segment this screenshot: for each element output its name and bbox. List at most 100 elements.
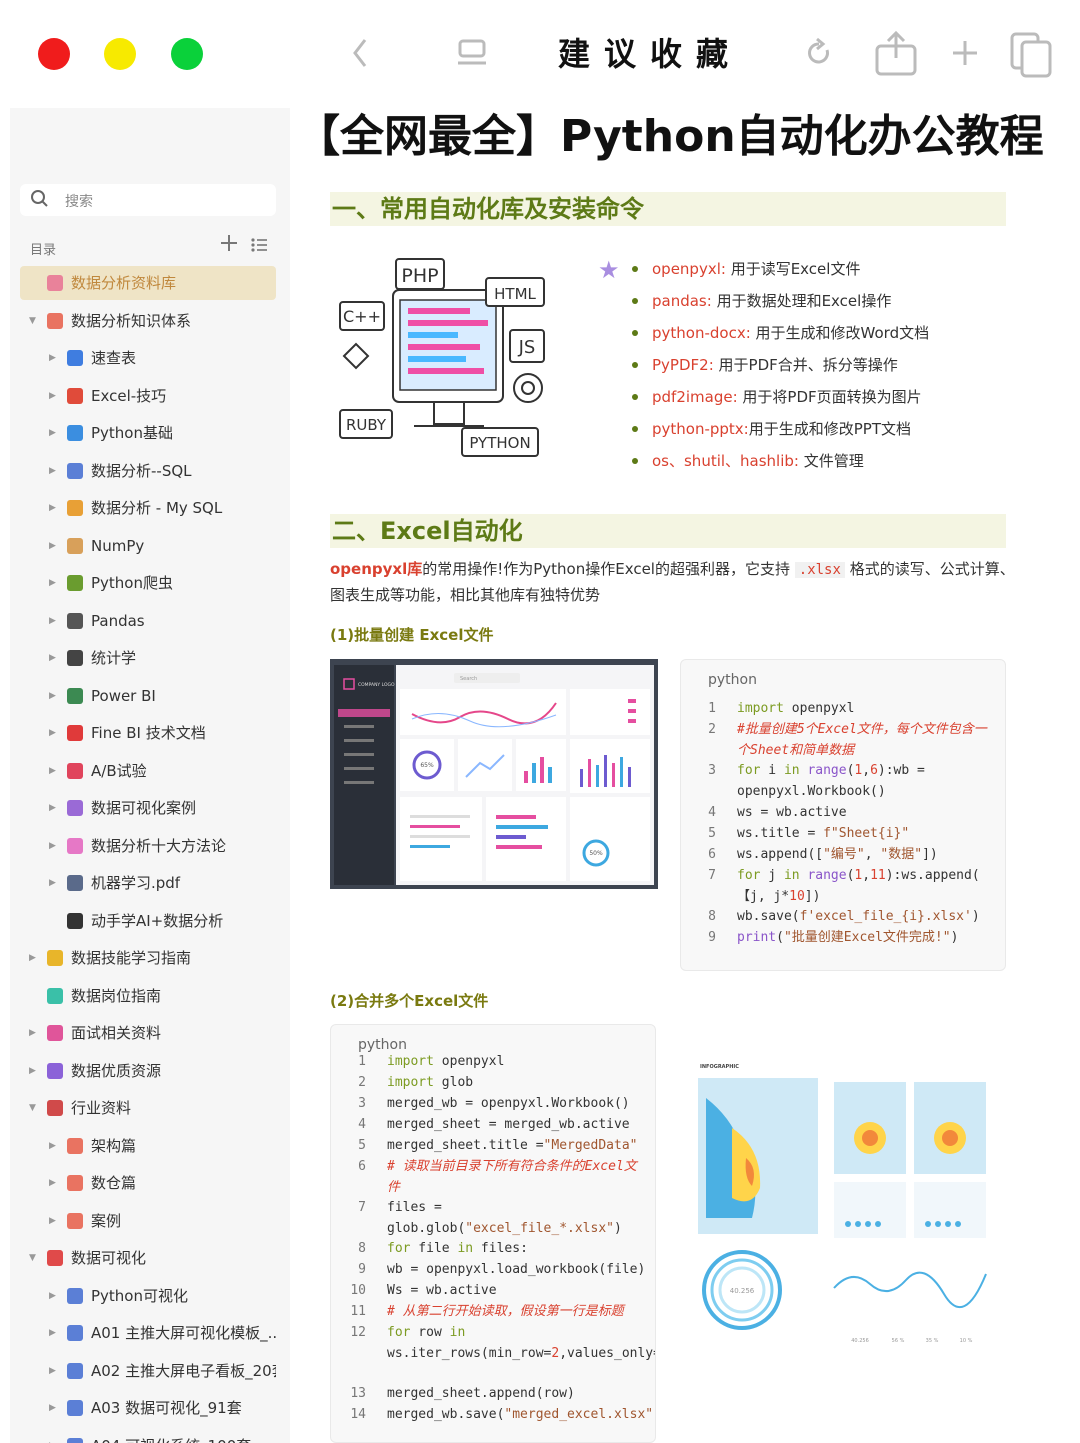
chevron-right-icon[interactable]: ▶ [49, 1129, 56, 1163]
chevron-left-icon[interactable] [345, 30, 375, 76]
sidebar-item[interactable]: ▶ 数仓篇 [20, 1166, 276, 1200]
code-text: ws.title = f"Sheet{i}" [737, 826, 910, 841]
sidebar-item[interactable]: ▶ 数据分析 - My SQL [20, 491, 276, 525]
library-name: openpyxl: [652, 260, 726, 278]
sidebar-item[interactable]: ▶ 案例 [20, 1204, 276, 1238]
subheading-merge: (2)合并多个Excel文件 [330, 992, 489, 1010]
sidebar-item[interactable]: ▶ NumPy [20, 529, 276, 563]
chevron-right-icon[interactable]: ▶ [49, 1429, 56, 1443]
sidebar-item[interactable]: ▶ A01 主推大屏可视化模板_... [20, 1316, 276, 1350]
sidebar-item[interactable]: ▶ Power BI [20, 679, 276, 713]
tablet-icon[interactable] [455, 30, 489, 76]
sidebar-item[interactable]: ▶ A03 数据可视化_91套 [20, 1391, 276, 1425]
sidebar-item[interactable]: ▶ Python爬虫 [20, 566, 276, 600]
infographic-legend-1: 40.256 [851, 1338, 869, 1344]
line-number: 5 [708, 826, 716, 841]
chevron-right-icon[interactable]: ▶ [49, 454, 56, 488]
chevron-right-icon[interactable]: ▶ [49, 716, 56, 750]
sidebar-item[interactable]: 动手学AI+数据分析 [20, 904, 276, 938]
chevron-right-icon[interactable]: ▶ [49, 1279, 56, 1313]
plus-icon[interactable] [948, 30, 982, 76]
chevron-right-icon[interactable]: ▶ [49, 491, 56, 525]
sidebar-search[interactable]: 搜索 [20, 184, 276, 216]
sidebar-item[interactable]: ▶ 数据分析十大方法论 [20, 829, 276, 863]
sidebar-item[interactable]: ▼ 数据可视化 [20, 1241, 276, 1275]
subheading-batch-create: (1)批量创建 Excel文件 [330, 626, 494, 644]
chevron-right-icon[interactable]: ▶ [49, 1204, 56, 1238]
chevron-right-icon[interactable]: ▶ [29, 941, 36, 975]
chevron-right-icon[interactable]: ▶ [49, 379, 56, 413]
chevron-right-icon[interactable]: ▶ [49, 604, 56, 638]
100-icon [67, 387, 83, 404]
sidebar-item[interactable]: ▶ 数据分析--SQL [20, 454, 276, 488]
sidebar-item[interactable]: ▶ A04 可视化系统_100套 [20, 1429, 276, 1443]
close-window-button[interactable] [38, 38, 70, 70]
copy-icon[interactable] [1008, 30, 1054, 78]
chevron-right-icon[interactable]: ▶ [49, 641, 56, 675]
chevron-right-icon[interactable]: ▶ [49, 1316, 56, 1350]
sidebar-item[interactable]: ▶ 统计学 [20, 641, 276, 675]
chevron-right-icon[interactable]: ▶ [29, 1016, 36, 1050]
python-label: PYTHON [469, 434, 530, 452]
line-number: 11 [350, 1304, 366, 1319]
chevron-down-icon[interactable]: ▼ [29, 1091, 36, 1125]
chevron-right-icon[interactable]: ▶ [49, 679, 56, 713]
sidebar-item[interactable]: ▶ 速查表 [20, 341, 276, 375]
line-number: 3 [358, 1096, 366, 1111]
chevron-right-icon[interactable]: ▶ [49, 416, 56, 450]
sidebar-item[interactable]: 数据岗位指南 [20, 979, 276, 1013]
line-number: 6 [358, 1159, 366, 1174]
library-description: 用于将PDF页面转换为图片 [737, 388, 922, 406]
chevron-right-icon[interactable]: ▶ [49, 566, 56, 600]
sidebar-item[interactable]: ▶ 数据优质资源 [20, 1054, 276, 1088]
sidebar-item[interactable]: ▶ 面试相关资料 [20, 1016, 276, 1050]
sidebar-item-label: A02 主推大屏电子看板_20套 [91, 1361, 276, 1380]
chevron-right-icon[interactable]: ▶ [49, 1354, 56, 1388]
search-input[interactable]: 搜索 [65, 191, 93, 211]
tech-languages-illustration: PHP HTML C++ JS RUBY PYTHON [338, 256, 554, 460]
sidebar-item[interactable]: ▶ Python可视化 [20, 1279, 276, 1313]
folder-icon [67, 1175, 83, 1191]
code-block-1[interactable]: python 1 import openpyxl 2 #批量创建5个Excel文件，每… [680, 659, 1006, 971]
sidebar-item[interactable]: ▶ Pandas [20, 604, 276, 638]
sidebar-item[interactable]: ▶ A/B试验 [20, 754, 276, 788]
chevron-right-icon[interactable]: ▶ [49, 1391, 56, 1425]
sidebar-item-label: Excel-技巧 [91, 386, 167, 405]
bar-chart-icon [67, 1362, 83, 1379]
chevron-right-icon[interactable]: ▶ [49, 529, 56, 563]
sidebar-item[interactable]: ▶ Excel-技巧 [20, 379, 276, 413]
sidebar-item[interactable]: ▶ 数据可视化案例 [20, 791, 276, 825]
sidebar-item[interactable]: ▶ A02 主推大屏电子看板_20套 [20, 1354, 276, 1388]
battery-icon [67, 912, 83, 929]
share-icon[interactable] [872, 30, 920, 76]
chevron-right-icon[interactable]: ▶ [29, 1054, 36, 1088]
sidebar-item[interactable]: ▼ 行业资料 [20, 1091, 276, 1125]
add-page-icon[interactable] [220, 232, 238, 260]
code-block-2[interactable]: python 1 import openpyxl 2 import glob 3 merg… [330, 1024, 656, 1443]
chevron-right-icon[interactable]: ▶ [49, 866, 56, 900]
chevron-right-icon[interactable]: ▶ [49, 754, 56, 788]
maximize-window-button[interactable] [171, 38, 203, 70]
refresh-icon[interactable] [802, 30, 836, 76]
code-text: files = glob.glob("excel_file_*.xlsx") [387, 1200, 622, 1236]
dashboard-percent-1: 65% [420, 762, 434, 769]
minimize-window-button[interactable] [104, 38, 136, 70]
chevron-down-icon[interactable]: ▼ [29, 304, 36, 338]
chevron-right-icon[interactable]: ▶ [49, 829, 56, 863]
chevron-right-icon[interactable]: ▶ [49, 791, 56, 825]
sidebar-item[interactable]: ▶ Python基础 [20, 416, 276, 450]
sidebar-item[interactable]: ▶ 数据技能学习指南 [20, 941, 276, 975]
line-number: 4 [358, 1117, 366, 1132]
outline-list-icon[interactable] [250, 236, 268, 258]
flower-icon [67, 837, 83, 854]
chevron-right-icon[interactable]: ▶ [49, 1166, 56, 1200]
chevron-right-icon[interactable]: ▶ [49, 341, 56, 375]
code-language-label: python [708, 672, 757, 688]
sidebar-item[interactable]: ▶ 机器学习.pdf [20, 866, 276, 900]
chevron-down-icon[interactable]: ▼ [29, 1241, 36, 1275]
sidebar-item[interactable]: 数据分析资料库 [20, 266, 276, 300]
sidebar-item[interactable]: ▼ 数据分析知识体系 [20, 304, 276, 338]
line-number: 9 [708, 930, 716, 945]
sidebar-item[interactable]: ▶ 架构篇 [20, 1129, 276, 1163]
sidebar-item[interactable]: ▶ Fine BI 技术文档 [20, 716, 276, 750]
